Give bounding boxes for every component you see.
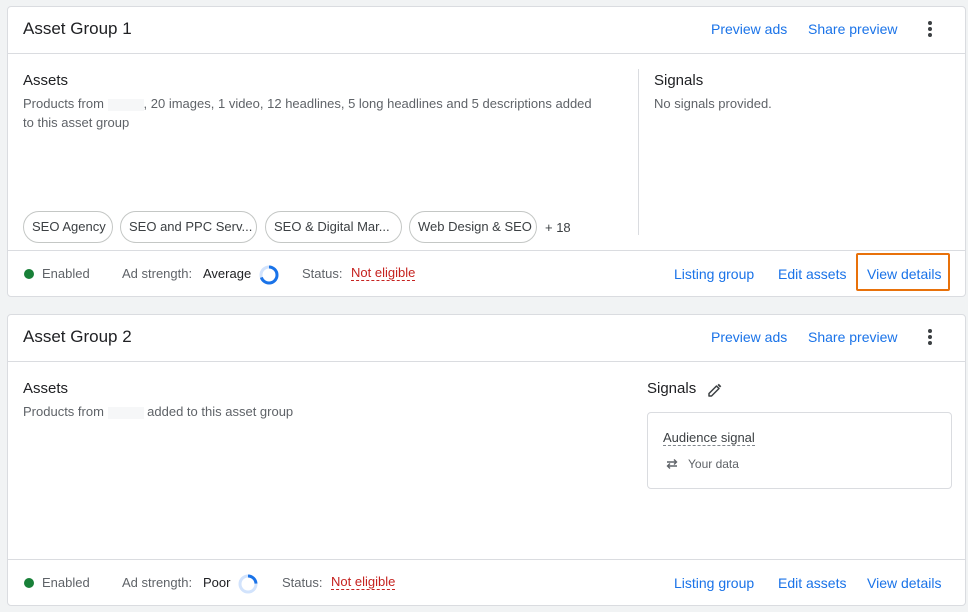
enabled-label: Enabled: [42, 575, 90, 590]
status-not-eligible[interactable]: Not eligible: [331, 574, 396, 590]
assets-summary: Products from , 20 images, 1 video, 12 h…: [23, 94, 623, 132]
audience-signal-source: Your data: [688, 457, 739, 471]
asset-chip[interactable]: SEO & Digital Mar...: [265, 211, 402, 243]
asset-chip[interactable]: Web Design & SEO: [409, 211, 537, 243]
view-details-highlight: [856, 253, 950, 291]
repeat-icon: [666, 459, 678, 469]
assets-summary-pre: Products from: [23, 96, 104, 111]
card-header: Asset Group 1 Preview ads Share preview: [8, 7, 965, 54]
signals-title: Signals: [654, 72, 704, 89]
card-footer: Enabled Ad strength: Poor Status: Not el…: [8, 559, 965, 606]
ad-strength-label: Ad strength:: [122, 575, 193, 590]
card-footer: Enabled Ad strength: Average Status: Not…: [8, 250, 965, 297]
enabled-label: Enabled: [42, 266, 90, 281]
assets-summary: Products from added to this asset group: [23, 402, 623, 421]
status-label: Status:: [302, 266, 343, 281]
signals-text: No signals provided.: [654, 96, 772, 111]
ad-strength-label: Ad strength:: [122, 266, 193, 281]
more-vert-icon[interactable]: [920, 327, 940, 347]
assets-title: Assets: [23, 72, 69, 89]
assets-summary-post: added to this asset group: [147, 404, 294, 419]
status-not-eligible[interactable]: Not eligible: [351, 265, 416, 281]
ad-strength-value: Average: [203, 266, 252, 281]
asset-group-card-2: Asset Group 2 Preview ads Share preview …: [7, 314, 966, 606]
asset-chip[interactable]: SEO Agency: [23, 211, 113, 243]
assets-summary-line2: to this asset group: [23, 115, 130, 130]
redacted-name: [107, 98, 144, 111]
view-details-link[interactable]: View details: [867, 575, 941, 591]
edit-pencil-icon[interactable]: [707, 382, 723, 398]
edit-assets-link[interactable]: Edit assets: [778, 266, 846, 282]
more-vert-icon[interactable]: [920, 19, 940, 39]
enabled-status-dot-icon: [24, 578, 34, 588]
more-chips-count[interactable]: + 18: [545, 220, 571, 235]
card-header: Asset Group 2 Preview ads Share preview: [8, 315, 965, 362]
enabled-status-dot-icon: [24, 269, 34, 279]
preview-ads-link[interactable]: Preview ads: [711, 329, 787, 345]
assets-summary-post: , 20 images, 1 video, 12 headlines, 5 lo…: [143, 96, 592, 111]
redacted-name: [107, 406, 144, 419]
share-preview-link[interactable]: Share preview: [808, 21, 898, 37]
ad-strength-ring-icon: [238, 574, 258, 594]
assets-title: Assets: [23, 380, 69, 397]
ad-strength-value: Poor: [203, 575, 231, 590]
audience-signal-card[interactable]: Audience signal Your data: [647, 412, 952, 489]
share-preview-link[interactable]: Share preview: [808, 329, 898, 345]
card-title: Asset Group 1: [23, 19, 132, 38]
listing-group-link[interactable]: Listing group: [674, 575, 754, 591]
signals-title: Signals: [647, 380, 697, 397]
card-title: Asset Group 2: [23, 327, 132, 346]
audience-signal-name[interactable]: Audience signal: [663, 430, 755, 446]
ad-strength-ring-icon: [259, 265, 279, 285]
assets-summary-pre: Products from: [23, 404, 104, 419]
status-label: Status:: [282, 575, 323, 590]
asset-group-card-1: Asset Group 1 Preview ads Share preview …: [7, 6, 966, 297]
preview-ads-link[interactable]: Preview ads: [711, 21, 787, 37]
listing-group-link[interactable]: Listing group: [674, 266, 754, 282]
divider: [638, 69, 639, 235]
edit-assets-link[interactable]: Edit assets: [778, 575, 846, 591]
asset-chip[interactable]: SEO and PPC Serv...: [120, 211, 257, 243]
